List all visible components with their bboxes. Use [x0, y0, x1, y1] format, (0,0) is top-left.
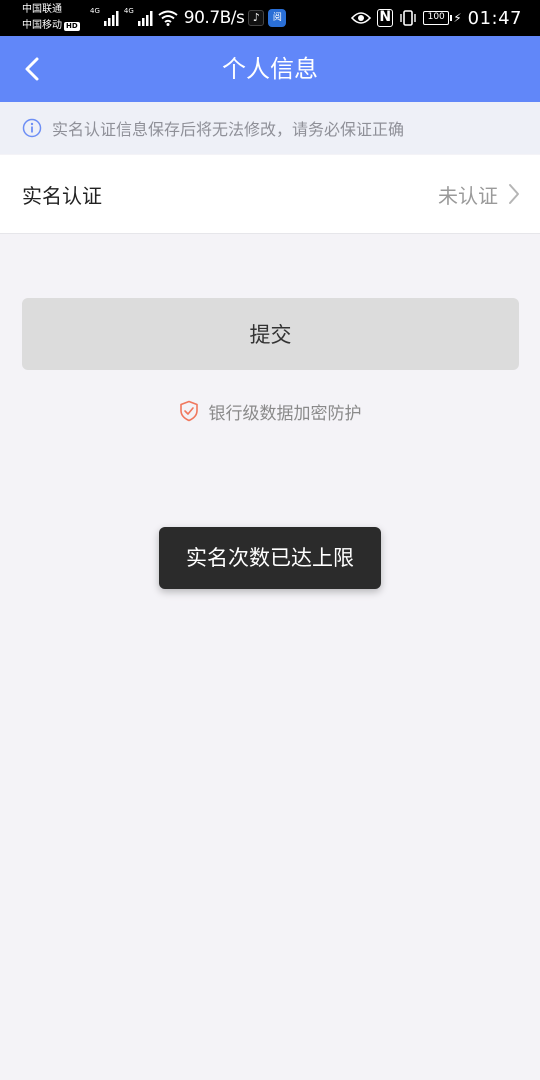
- clock: 01:47: [467, 7, 522, 29]
- wifi-icon: [158, 10, 178, 26]
- carrier-2: 中国移动: [22, 20, 62, 31]
- chevron-right-icon: [509, 184, 519, 204]
- network-speed: 90.7B/s: [183, 8, 245, 28]
- security-note: 银行级数据加密防护: [0, 396, 540, 426]
- security-text: 银行级数据加密防护: [208, 403, 362, 424]
- charging-icon: ⚡: [453, 11, 462, 25]
- status-bar: 中国联通 中国移动 HD 4G 4G 90.7B/s ♪ 阅 N 100 ⚡ 0…: [0, 0, 540, 36]
- app-header: 个人信息: [0, 36, 540, 102]
- carrier-1: 中国联通: [22, 4, 62, 15]
- vibrate-icon: [400, 10, 416, 26]
- page-title: 个人信息: [222, 55, 318, 83]
- submit-button[interactable]: 提交: [22, 298, 519, 370]
- system-indicators: N 100 ⚡ 01:47: [351, 7, 522, 29]
- toast-message: 实名次数已达上限: [159, 527, 381, 589]
- tiktok-icon: ♪: [248, 10, 265, 26]
- notice-text: 实名认证信息保存后将无法修改，请务必保证正确: [52, 120, 405, 139]
- info-circle-icon: [22, 118, 42, 138]
- eye-icon: [351, 12, 372, 24]
- row-value: 未认证: [438, 180, 520, 209]
- signal-icon: [103, 11, 119, 26]
- nfc-icon: N: [377, 9, 394, 27]
- battery-tip: [450, 15, 453, 21]
- battery-indicator: 100 ⚡: [423, 11, 462, 25]
- carrier-info: 中国联通 中国移动 HD: [22, 2, 80, 34]
- verification-status: 未认证: [438, 183, 498, 208]
- shield-check-icon: [179, 400, 198, 422]
- notice-bar: 实名认证信息保存后将无法修改，请务必保证正确: [0, 102, 540, 154]
- hd-badge: HD: [64, 21, 80, 31]
- signal-icon: [137, 11, 153, 26]
- network-type-2: 4G: [123, 7, 134, 15]
- row-label: 实名认证: [22, 183, 102, 208]
- battery-level: 100: [423, 11, 450, 25]
- real-name-verification-row[interactable]: 实名认证 未认证: [0, 155, 540, 234]
- app-notification-icon: 阅: [268, 9, 287, 27]
- network-indicators: 4G 4G 90.7B/s ♪ 阅: [90, 7, 287, 28]
- network-type-1: 4G: [90, 7, 100, 15]
